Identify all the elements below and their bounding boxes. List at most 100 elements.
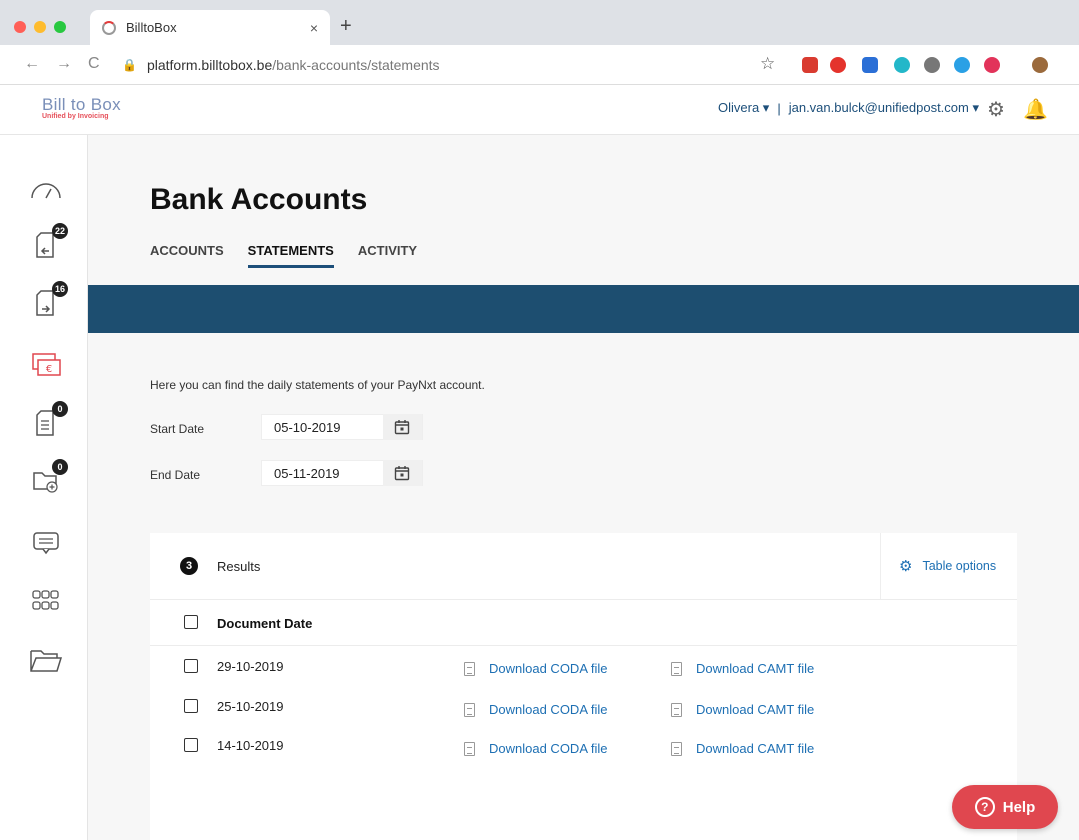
download-coda-link[interactable]: Download CODA file — [464, 741, 608, 756]
column-header-document-date[interactable]: Document Date — [217, 616, 312, 631]
sidebar-item-messages[interactable] — [28, 525, 64, 561]
tab-statements[interactable]: STATEMENTS — [247, 243, 334, 268]
row-date: 29-10-2019 — [217, 659, 284, 674]
window-close-dot[interactable] — [14, 21, 26, 33]
outgoing-badge: 16 — [52, 281, 68, 297]
results-label: Results — [217, 559, 261, 574]
sidebar-item-apps[interactable] — [28, 583, 64, 619]
sidebar-item-lists[interactable]: 0 — [28, 401, 68, 441]
separator: | — [777, 100, 781, 116]
user-menu: Olivera ▾ | jan.van.bulck@unifiedpost.co… — [718, 100, 979, 116]
row-checkbox[interactable] — [184, 659, 198, 673]
download-coda-link[interactable]: Download CODA file — [464, 702, 608, 717]
extension-circle-icon[interactable] — [924, 57, 940, 73]
tab-activity[interactable]: ACTIVITY — [358, 243, 417, 268]
sidebar-item-add-folder[interactable]: 0 — [28, 459, 68, 499]
billtobox-favicon-icon — [102, 20, 116, 35]
back-arrow-icon[interactable]: ← — [24, 55, 40, 73]
document-icon — [464, 702, 475, 717]
folder-badge: 0 — [52, 459, 68, 475]
sidebar-item-dashboard[interactable] — [28, 171, 64, 207]
row-checkbox[interactable] — [184, 699, 198, 713]
new-tab-button[interactable]: + — [340, 15, 352, 38]
extension-react-icon[interactable] — [894, 57, 910, 73]
end-date-label: End Date — [150, 468, 201, 482]
extension-t-icon[interactable] — [984, 57, 1000, 73]
help-label: Help — [1002, 798, 1036, 816]
incoming-badge: 22 — [52, 223, 68, 239]
download-camt-link[interactable]: Download CAMT file — [671, 702, 814, 717]
tab-close-icon[interactable]: × — [310, 20, 318, 36]
select-all-checkbox[interactable] — [184, 615, 198, 629]
gear-icon: ⚙ — [899, 558, 913, 575]
window-maximize-dot[interactable] — [54, 21, 66, 33]
page-title: Bank Accounts — [150, 183, 368, 216]
table-options-label: Table options — [922, 559, 997, 573]
download-camt-link[interactable]: Download CAMT file — [671, 661, 814, 676]
table-options-button[interactable]: ⚙ Table options — [880, 533, 1017, 599]
end-date-value: 05-11-2019 — [274, 465, 340, 481]
tab-accounts[interactable]: ACCOUNTS — [150, 243, 224, 268]
header-band — [88, 285, 1079, 333]
url-field[interactable]: 🔒 platform.billtobox.be/bank-accounts/st… — [112, 50, 792, 80]
extension-todo-icon[interactable] — [802, 57, 818, 73]
forward-arrow-icon[interactable]: → — [56, 55, 72, 73]
profile-avatar[interactable] — [1032, 57, 1048, 73]
settings-gear-icon[interactable]: ⚙ — [987, 97, 1005, 122]
help-button[interactable]: ? Help — [952, 785, 1058, 829]
document-icon — [464, 661, 475, 676]
dashboard-gauge-icon — [31, 183, 61, 199]
calendar-icon[interactable] — [382, 414, 422, 440]
sidebar: 22 16 € 0 0 — [0, 135, 88, 840]
browser-tab[interactable]: BilltoBox × — [90, 10, 330, 45]
sidebar-item-folders[interactable] — [28, 643, 64, 679]
download-camt-link[interactable]: Download CAMT file — [671, 741, 814, 756]
divider — [150, 599, 1017, 600]
lock-icon: 🔒 — [122, 58, 137, 72]
row-date: 25-10-2019 — [217, 699, 284, 714]
sidebar-item-payments[interactable]: € — [28, 347, 64, 383]
url-host: platform.billtobox.be — [146, 57, 273, 73]
user-email: jan.van.bulck@unifiedpost.com — [788, 100, 969, 115]
tab-title: BilltoBox — [126, 20, 177, 35]
document-icon — [671, 741, 682, 756]
help-question-icon: ? — [974, 797, 995, 817]
notifications-bell-icon[interactable]: 🔔 — [1023, 97, 1048, 122]
download-coda-label: Download CODA file — [489, 661, 608, 676]
extension-pen-icon[interactable] — [862, 57, 878, 73]
folder-icon — [30, 650, 63, 672]
row-date: 14-10-2019 — [217, 738, 284, 753]
messages-icon — [33, 532, 59, 555]
email-dropdown[interactable]: jan.van.bulck@unifiedpost.com ▾ — [789, 100, 979, 116]
lists-badge: 0 — [52, 401, 68, 417]
divider — [150, 645, 1017, 646]
results-count-badge: 3 — [180, 557, 198, 575]
app-header: Bill to Box Unified by Invoicing Olivera… — [0, 85, 1079, 135]
svg-text:€: € — [46, 364, 52, 375]
document-icon — [671, 661, 682, 676]
main-content: Bank Accounts ACCOUNTS STATEMENTS ACTIVI… — [88, 135, 1079, 840]
billtobox-logo[interactable]: Bill to Box Unified by Invoicing — [42, 95, 121, 120]
intro-text: Here you can find the daily statements o… — [150, 378, 485, 392]
start-date-field[interactable]: 05-10-2019 — [261, 414, 423, 440]
start-date-value: 05-10-2019 — [274, 419, 341, 435]
extension-opera-icon[interactable] — [830, 57, 846, 73]
apps-grid-icon — [32, 590, 59, 610]
company-dropdown[interactable]: Olivera ▾ — [718, 100, 769, 116]
download-camt-label: Download CAMT file — [696, 741, 815, 756]
download-camt-label: Download CAMT file — [696, 661, 815, 676]
row-checkbox[interactable] — [184, 738, 198, 752]
sidebar-item-outgoing[interactable]: 16 — [28, 281, 68, 321]
browser-tab-bar: BilltoBox × + — [0, 0, 1079, 45]
download-coda-label: Download CODA file — [489, 702, 608, 717]
sidebar-item-incoming[interactable]: 22 — [28, 223, 68, 263]
extension-sync-icon[interactable] — [954, 57, 970, 73]
company-name: Olivera — [718, 100, 760, 115]
window-minimize-dot[interactable] — [34, 21, 46, 33]
bookmark-star-icon[interactable]: ☆ — [760, 54, 775, 74]
end-date-field[interactable]: 05-11-2019 — [261, 460, 423, 486]
download-coda-link[interactable]: Download CODA file — [464, 661, 608, 676]
reload-icon[interactable]: C — [88, 55, 100, 73]
calendar-icon[interactable] — [382, 460, 422, 486]
page-tabs: ACCOUNTS STATEMENTS ACTIVITY — [150, 243, 417, 268]
